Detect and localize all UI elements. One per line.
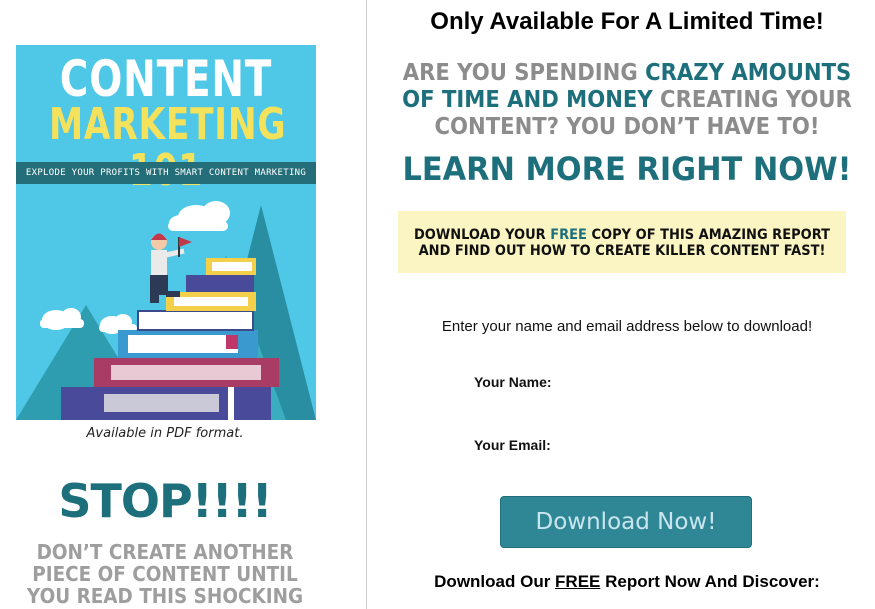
stop-heading: STOP!!!! [58, 474, 272, 528]
hook-highlight: CRAZY AMOUNTS [645, 60, 852, 86]
highlight-line-1: DOWNLOAD YOUR FREE COPY OF THIS AMAZING … [414, 227, 831, 243]
highlight-text-part: DOWNLOAD YOUR [413, 227, 551, 243]
format-note: Available in PDF format. [86, 426, 244, 441]
stop-sub-line: DON’T CREATE ANOTHER [36, 540, 294, 564]
ebook-cover: CONTENT MARKETING 101 EXPLODE YOUR PROFI… [16, 45, 316, 420]
discover-text: Report Now And Discover: [600, 572, 820, 591]
highlight-box: DOWNLOAD YOUR FREE COPY OF THIS AMAZING … [398, 211, 846, 273]
highlight-free: FREE [550, 227, 587, 243]
stop-sub-line: YOU READ THIS SHOCKING [26, 584, 304, 608]
highlight-text: DOWNLOAD YOUR FREE COPY OF THIS AMAZING … [414, 227, 831, 259]
name-input[interactable] [577, 369, 807, 395]
discover-heading: Download Our FREE Report Now And Discove… [367, 572, 875, 592]
hook-highlight: OF TIME AND MONEY [402, 87, 653, 113]
hook-line-1: ARE YOU SPENDING CRAZY AMOUNTS [388, 60, 866, 87]
download-now-button[interactable]: Download Now! [500, 496, 752, 548]
stop-sub-line: PIECE OF CONTENT UNTIL [32, 562, 298, 586]
hook-text: ARE YOU SPENDING [402, 60, 646, 86]
right-column: Only Available For A Limited Time! ARE Y… [367, 0, 875, 609]
hook-line-2: OF TIME AND MONEY CREATING YOUR [388, 87, 866, 114]
cover-subtitle: EXPLODE YOUR PROFITS WITH SMART CONTENT … [25, 168, 307, 178]
discover-text: Download Our [434, 572, 556, 591]
cover-band: EXPLODE YOUR PROFITS WITH SMART CONTENT … [16, 162, 316, 184]
highlight-text-part: COPY OF THIS AMAZING REPORT [586, 227, 831, 243]
form-instruction: Enter your name and email address below … [441, 318, 813, 335]
highlight-line-2: AND FIND OUT HOW TO CREATE KILLER CONTEN… [418, 243, 826, 259]
name-label: Your Name: [474, 374, 552, 390]
discover-free: FREE [555, 572, 601, 591]
ebook-cover-illustration-icon [16, 201, 316, 420]
cover-title-line1: CONTENT [59, 50, 273, 108]
email-label: Your Email: [474, 437, 551, 453]
hook-headline: ARE YOU SPENDING CRAZY AMOUNTS OF TIME A… [388, 60, 866, 141]
email-input[interactable] [577, 432, 807, 458]
hook-text: CREATING YOUR [652, 87, 852, 113]
stop-subheading: DON’T CREATE ANOTHER PIECE OF CONTENT UN… [13, 541, 317, 607]
learn-more-heading: LEARN MORE RIGHT NOW! [402, 150, 852, 188]
hook-line-3: CONTENT? YOU DON’T HAVE TO! [434, 114, 820, 140]
left-column: CONTENT MARKETING 101 EXPLODE YOUR PROFI… [0, 0, 366, 609]
limited-time-heading: Only Available For A Limited Time! [430, 8, 824, 35]
